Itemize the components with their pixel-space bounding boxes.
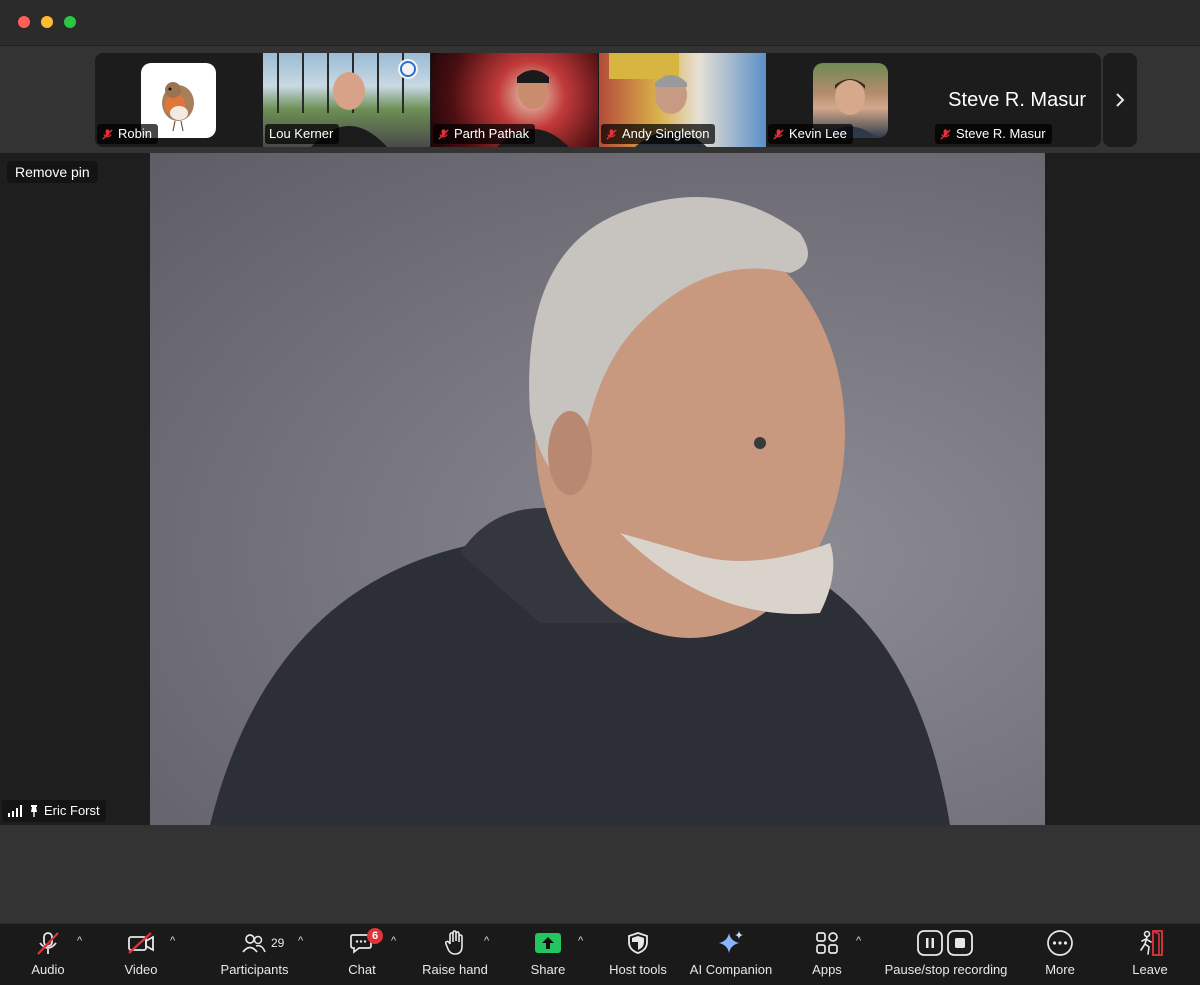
participant-name: Steve R. Masur [956,126,1046,141]
participant-nameplate: Lou Kerner [265,124,340,144]
participants-label: Participants [220,962,289,977]
share-screen-icon [535,933,561,953]
chevron-right-icon [1116,93,1125,107]
participant-tile-kevin-lee[interactable]: Kevin Lee [766,53,933,147]
host-tools-label: Host tools [609,962,667,977]
speaker-name: Eric Forst [44,803,100,818]
video-off-icon [128,932,154,954]
ai-companion-label: AI Companion [689,962,773,977]
reactions-options-caret[interactable]: ^ [484,935,489,947]
minimize-window-button[interactable] [41,16,53,28]
video-options-caret[interactable]: ^ [170,935,175,947]
participants-button[interactable]: Participants [212,924,297,985]
participants-options-caret[interactable]: ^ [298,935,303,947]
ai-sparkle-icon [719,931,743,953]
muted-mic-icon [606,128,617,140]
video-button[interactable]: Video [115,924,167,985]
raise-hand-icon [444,930,463,955]
raise-hand-label: Raise hand [422,962,488,977]
participant-name: Robin [118,126,152,141]
participant-tile-steve-masur[interactable]: Steve R. Masur Steve R. Masur [933,53,1100,147]
recording-controls-icon [917,930,973,956]
participant-nameplate: Parth Pathak [433,124,536,144]
leave-label: Leave [1132,962,1168,977]
raise-hand-button[interactable]: Raise hand [420,924,490,985]
participant-nameplate: Steve R. Masur [935,124,1052,144]
muted-mic-icon [102,128,113,140]
participant-nameplate: Andy Singleton [601,124,716,144]
muted-mic-icon [773,128,784,140]
speaker-nameplate: Eric Forst [2,800,106,822]
pinned-speaker-video[interactable] [150,153,1045,825]
muted-mic-icon [940,128,951,140]
chat-unread-badge: 6 [367,928,383,944]
muted-mic-icon [438,128,449,140]
ai-companion-button[interactable]: AI Companion [686,924,776,985]
audio-button[interactable]: Audio [22,924,74,985]
share-options-caret[interactable]: ^ [578,935,583,947]
participant-name: Andy Singleton [622,126,710,141]
audio-options-caret[interactable]: ^ [77,935,82,947]
host-tools-button[interactable]: Host tools [604,924,672,985]
participant-name: Parth Pathak [454,126,530,141]
mic-muted-icon [37,932,59,955]
participant-tile-andy-singleton[interactable]: Andy Singleton [599,53,766,147]
video-label: Video [124,962,158,977]
participant-strip: Robin Lou Kerner Parth Pathak Andy Singl… [95,53,1101,147]
participant-name: Lou Kerner [269,126,334,141]
more-icon [1047,930,1073,956]
speaker-video-frame [210,197,950,825]
pin-icon [31,805,37,817]
apps-options-caret[interactable]: ^ [856,935,861,947]
pause-stop-recording-button[interactable]: Pause/stop recording [880,924,1012,985]
participant-tile-parth-pathak[interactable]: Parth Pathak [431,53,598,147]
participant-name: Kevin Lee [789,126,847,141]
shield-icon [628,932,648,954]
more-button[interactable]: More [1038,924,1082,985]
participant-tile-robin[interactable]: Robin [95,53,262,147]
close-window-button[interactable] [18,16,30,28]
chat-options-caret[interactable]: ^ [391,935,396,947]
signal-strength-icon [8,805,22,817]
next-page-button[interactable] [1103,53,1137,147]
zoom-window-button[interactable] [64,16,76,28]
participant-tile-lou-kerner[interactable]: Lou Kerner [263,53,430,147]
leave-button[interactable]: Leave [1128,924,1172,985]
apps-icon [816,932,838,954]
participants-icon [242,934,266,953]
share-label: Share [530,962,566,977]
participants-count: 29 [271,936,285,950]
apps-button[interactable]: Apps [806,924,848,985]
share-button[interactable]: Share [526,924,570,985]
meeting-toolbar: Audio ^ Video ^ Participants 29 ^ Chat 6… [0,923,1200,985]
participant-name-large: Steve R. Masur [948,89,1086,111]
more-label: More [1045,962,1075,977]
apps-label: Apps [812,962,842,977]
participant-nameplate: Robin [97,124,158,144]
audio-label: Audio [31,962,65,977]
participant-nameplate: Kevin Lee [768,124,853,144]
remove-pin-button[interactable]: Remove pin [7,161,98,183]
window-titlebar [0,0,1200,46]
leave-door-icon [1140,930,1163,956]
chat-label: Chat [348,962,376,977]
pause-stop-label: Pause/stop recording [884,962,1008,977]
